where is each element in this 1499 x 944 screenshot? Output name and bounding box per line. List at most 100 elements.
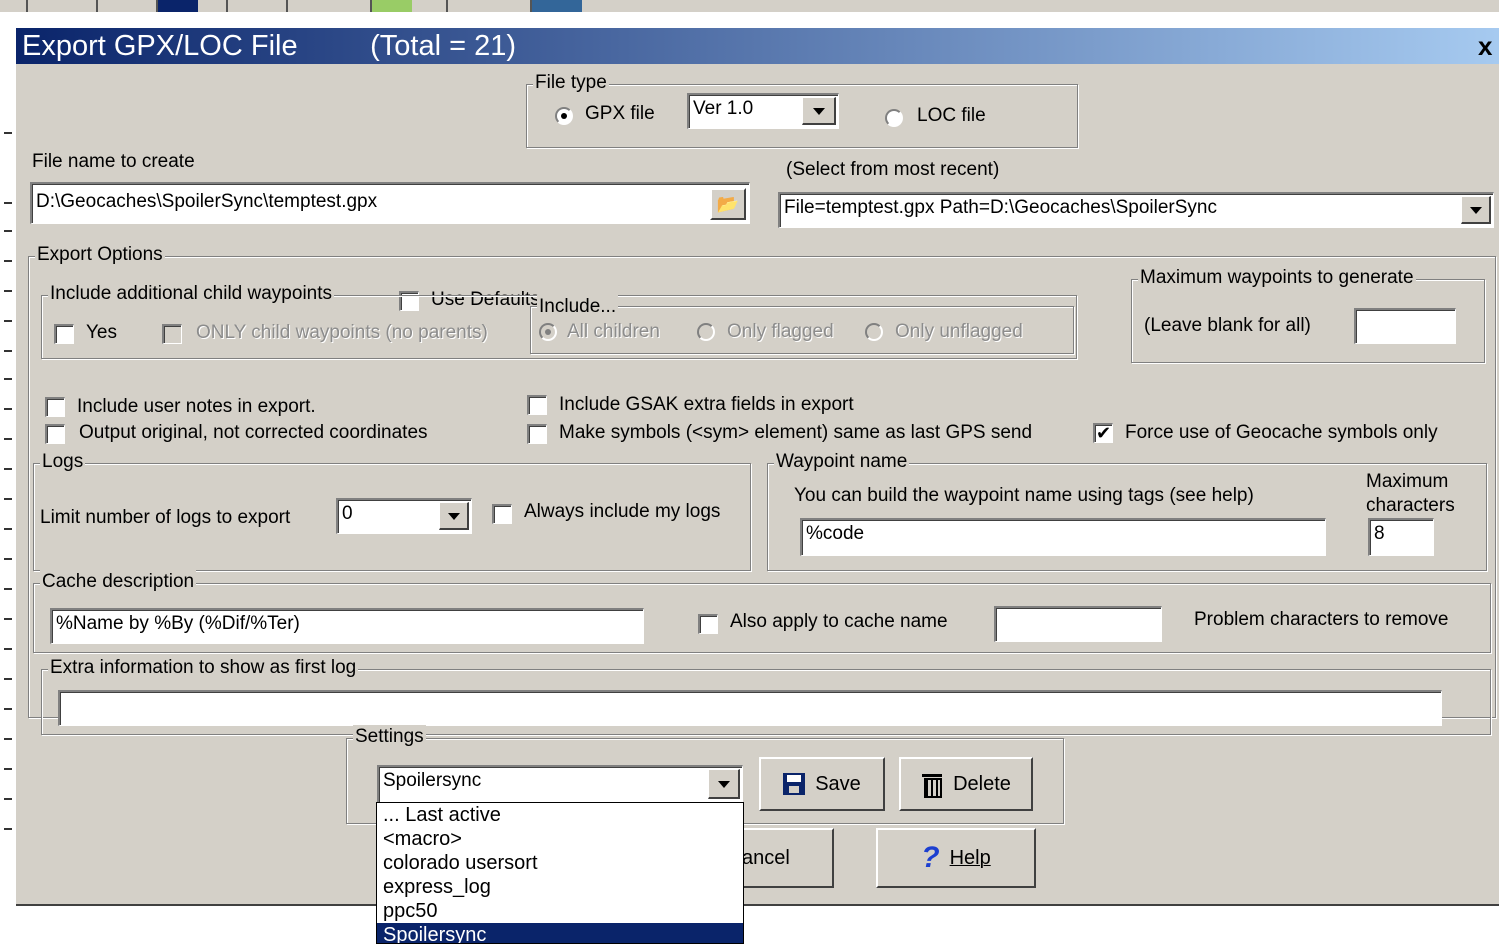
toolbar-segment <box>370 0 412 12</box>
extra-info-group: Extra information to show as first log <box>41 656 1491 735</box>
cancel-label: ancel <box>742 847 790 869</box>
chevron-down-icon[interactable] <box>802 97 836 125</box>
child-yes-label: Yes <box>86 322 117 343</box>
floppy-disk-icon <box>783 773 806 795</box>
toolbar-segment <box>446 0 498 12</box>
child-waypoints-legend: Include additional child waypoints <box>48 282 335 306</box>
dropdown-option[interactable]: colorado usersort <box>377 851 743 875</box>
settings-select[interactable]: Spoilersync <box>377 765 743 803</box>
dropdown-option[interactable]: ppc50 <box>377 899 743 923</box>
delete-label: Delete <box>953 773 1011 795</box>
force-symbols-checkbox[interactable]: ✔ <box>1093 423 1113 443</box>
settings-value: Spoilersync <box>383 770 482 791</box>
background-toolbar <box>0 0 1499 12</box>
waypoint-name-hint: You can build the waypoint name using ta… <box>794 485 1254 506</box>
toolbar-segment <box>226 0 278 12</box>
max-chars-value: 8 <box>1374 523 1385 544</box>
child-waypoints-group: Include additional child waypoints Yes O… <box>41 282 1077 359</box>
title-bar[interactable]: Export GPX/LOC File (Total = 21) x <box>16 28 1499 64</box>
question-mark-icon: ? <box>921 841 940 874</box>
dropdown-option[interactable]: express_log <box>377 875 743 899</box>
save-button[interactable]: Save <box>759 757 885 811</box>
only-flagged-radio[interactable] <box>697 323 715 341</box>
original-coords-label: Output original, not corrected coordinat… <box>79 422 428 443</box>
dropdown-option[interactable]: ... Last active <box>377 803 743 827</box>
export-options-group: Export Options Use Defaults Include addi… <box>28 243 1496 735</box>
gpx-version-select[interactable]: Ver 1.0 <box>687 93 839 129</box>
only-child-checkbox[interactable] <box>162 324 182 344</box>
gsak-extra-checkbox[interactable] <box>527 395 547 415</box>
settings-dropdown-list[interactable]: ... Last active <macro> colorado usersor… <box>376 802 744 944</box>
always-mine-label: Always include my logs <box>524 501 721 522</box>
chevron-down-icon[interactable] <box>708 769 740 799</box>
waypoint-name-input[interactable]: %code <box>800 518 1326 556</box>
file-name-label: File name to create <box>32 151 195 172</box>
toolbar-segment <box>286 0 338 12</box>
dropdown-option[interactable]: <macro> <box>377 827 743 851</box>
log-limit-value: 0 <box>342 503 353 524</box>
gpx-version-value: Ver 1.0 <box>693 98 754 119</box>
max-waypoints-legend: Maximum waypoints to generate <box>1138 266 1416 290</box>
include-legend: Include... <box>537 295 619 319</box>
all-children-radio[interactable] <box>539 323 557 341</box>
dropdown-option-selected[interactable]: Spoilersync <box>377 923 743 943</box>
file-type-group: File type GPX file Ver 1.0 LOC file <box>526 71 1078 148</box>
max-chars-label-line1: Maximum <box>1366 471 1449 492</box>
waypoint-name-value: %code <box>806 523 865 544</box>
waypoint-name-legend: Waypoint name <box>774 450 910 474</box>
chevron-down-icon[interactable] <box>1461 196 1491 224</box>
force-symbols-label: Force use of Geocache symbols only <box>1125 422 1438 443</box>
original-coords-checkbox[interactable] <box>45 424 65 444</box>
chevron-down-icon[interactable] <box>439 502 469 530</box>
save-label: Save <box>815 773 861 795</box>
child-yes-checkbox[interactable] <box>54 324 74 344</box>
all-children-label: All children <box>567 321 660 342</box>
log-limit-select[interactable]: 0 <box>336 498 472 534</box>
symbols-checkbox[interactable] <box>527 424 547 444</box>
delete-button[interactable]: Delete <box>899 757 1033 811</box>
loc-label: LOC file <box>917 105 986 126</box>
always-mine-checkbox[interactable] <box>492 504 512 524</box>
user-notes-label: Include user notes in export. <box>77 396 316 417</box>
symbols-label: Make symbols (<sym> element) same as las… <box>559 422 1033 443</box>
recent-files-value: File=temptest.gpx Path=D:\Geocaches\Spoi… <box>784 197 1218 218</box>
log-limit-label: Limit number of logs to export <box>40 507 291 528</box>
only-unflagged-radio[interactable] <box>865 323 883 341</box>
toolbar-segment <box>26 0 68 12</box>
cache-description-value: %Name by %By (%Dif/%Ter) <box>56 613 300 634</box>
file-type-legend: File type <box>533 71 609 95</box>
max-chars-label-line2: characters <box>1366 495 1455 516</box>
open-folder-icon: 📂 <box>716 194 740 214</box>
cache-description-input[interactable]: %Name by %By (%Dif/%Ter) <box>50 608 644 644</box>
include-group: Include... All children Only flagged Onl… <box>530 295 1074 354</box>
recent-label: (Select from most recent) <box>786 159 1000 180</box>
toolbar-segment <box>530 0 582 12</box>
max-chars-input[interactable]: 8 <box>1368 518 1434 556</box>
also-apply-label: Also apply to cache name <box>730 611 948 632</box>
loc-radio[interactable] <box>885 109 903 127</box>
max-waypoints-input[interactable] <box>1354 308 1456 344</box>
file-name-input[interactable]: D:\Geocaches\SpoilerSync\temptest.gpx <box>30 182 750 224</box>
toolbar-segment <box>156 0 198 12</box>
dialog-title: Export GPX/LOC File (Total = 21) <box>22 30 516 62</box>
also-apply-checkbox[interactable] <box>698 614 718 634</box>
file-name-value: D:\Geocaches\SpoilerSync\temptest.gpx <box>36 191 378 212</box>
max-waypoints-group: Maximum waypoints to generate (Leave bla… <box>1131 266 1485 363</box>
export-gpx-dialog: Export GPX/LOC File (Total = 21) x File … <box>16 28 1499 906</box>
user-notes-checkbox[interactable] <box>45 397 65 417</box>
only-unflagged-label: Only unflagged <box>895 321 1023 342</box>
problem-chars-input[interactable] <box>994 606 1162 642</box>
problem-chars-label: Problem characters to remove <box>1194 609 1449 630</box>
gpx-radio[interactable] <box>555 107 573 125</box>
logs-group: Logs Limit number of logs to export 0 Al… <box>33 450 751 571</box>
browse-button[interactable]: 📂 <box>710 188 746 220</box>
help-button[interactable]: ? Help <box>876 828 1036 888</box>
max-waypoints-hint: (Leave blank for all) <box>1144 315 1311 336</box>
recent-files-select[interactable]: File=temptest.gpx Path=D:\Geocaches\Spoi… <box>778 192 1494 228</box>
logs-legend: Logs <box>40 450 86 474</box>
toolbar-segment <box>96 0 148 12</box>
extra-info-input[interactable] <box>58 690 1442 726</box>
help-label: Help <box>949 847 991 869</box>
cache-description-group: Cache description %Name by %By (%Dif/%Te… <box>33 570 1491 653</box>
close-icon[interactable]: x <box>1478 32 1499 60</box>
